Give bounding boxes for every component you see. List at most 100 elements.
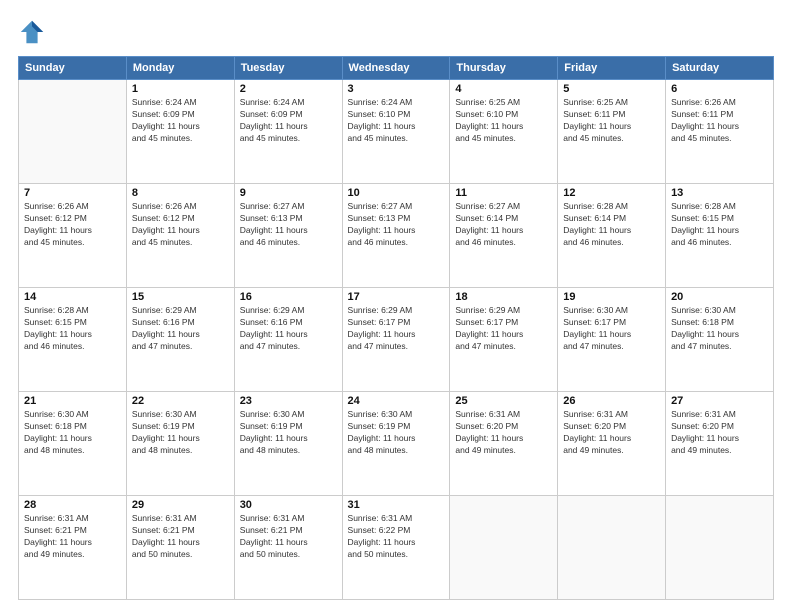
calendar-cell: 5 Sunrise: 6:25 AM Sunset: 6:11 PM Daylig… [558, 80, 666, 184]
cell-info: Sunrise: 6:27 AM Sunset: 6:13 PM Dayligh… [348, 201, 445, 249]
calendar-cell: 14 Sunrise: 6:28 AM Sunset: 6:15 PM Dayli… [19, 288, 127, 392]
cell-info: Sunrise: 6:27 AM Sunset: 6:14 PM Dayligh… [455, 201, 552, 249]
weekday-header-wednesday: Wednesday [342, 57, 450, 80]
day-number: 9 [240, 187, 337, 199]
weekday-header-monday: Monday [126, 57, 234, 80]
cell-info: Sunrise: 6:29 AM Sunset: 6:17 PM Dayligh… [348, 305, 445, 353]
cell-info: Sunrise: 6:24 AM Sunset: 6:10 PM Dayligh… [348, 97, 445, 145]
calendar-cell [450, 496, 558, 600]
day-number: 20 [671, 291, 768, 303]
day-number: 13 [671, 187, 768, 199]
cell-info: Sunrise: 6:30 AM Sunset: 6:19 PM Dayligh… [348, 409, 445, 457]
day-number: 1 [132, 83, 229, 95]
calendar-cell: 27 Sunrise: 6:31 AM Sunset: 6:20 PM Dayli… [666, 392, 774, 496]
day-number: 19 [563, 291, 660, 303]
day-number: 30 [240, 499, 337, 511]
cell-info: Sunrise: 6:29 AM Sunset: 6:16 PM Dayligh… [132, 305, 229, 353]
day-number: 23 [240, 395, 337, 407]
day-number: 25 [455, 395, 552, 407]
day-number: 22 [132, 395, 229, 407]
weekday-header-thursday: Thursday [450, 57, 558, 80]
day-number: 21 [24, 395, 121, 407]
day-number: 16 [240, 291, 337, 303]
day-number: 27 [671, 395, 768, 407]
day-number: 24 [348, 395, 445, 407]
day-number: 10 [348, 187, 445, 199]
cell-info: Sunrise: 6:28 AM Sunset: 6:15 PM Dayligh… [24, 305, 121, 353]
calendar-cell: 22 Sunrise: 6:30 AM Sunset: 6:19 PM Dayli… [126, 392, 234, 496]
calendar-cell: 3 Sunrise: 6:24 AM Sunset: 6:10 PM Daylig… [342, 80, 450, 184]
calendar-cell: 29Sunrise: 6:31 AM Sunset: 6:21 PM Dayli… [126, 496, 234, 600]
calendar-cell: 17 Sunrise: 6:29 AM Sunset: 6:17 PM Dayli… [342, 288, 450, 392]
calendar-cell: 18Sunrise: 6:29 AM Sunset: 6:17 PM Dayli… [450, 288, 558, 392]
calendar-cell: 20 Sunrise: 6:30 AM Sunset: 6:18 PM Dayli… [666, 288, 774, 392]
weekday-header-tuesday: Tuesday [234, 57, 342, 80]
day-number: 8 [132, 187, 229, 199]
calendar-cell: 7 Sunrise: 6:26 AM Sunset: 6:12 PM Daylig… [19, 184, 127, 288]
calendar-table: SundayMondayTuesdayWednesdayThursdayFrid… [18, 56, 774, 600]
day-number: 6 [671, 83, 768, 95]
weekday-header-friday: Friday [558, 57, 666, 80]
day-number: 17 [348, 291, 445, 303]
day-number: 12 [563, 187, 660, 199]
cell-info: Sunrise: 6:31 AM Sunset: 6:21 PM Dayligh… [240, 513, 337, 561]
day-number: 5 [563, 83, 660, 95]
cell-info: Sunrise: 6:27 AM Sunset: 6:13 PM Dayligh… [240, 201, 337, 249]
day-number: 11 [455, 187, 552, 199]
cell-info: Sunrise: 6:30 AM Sunset: 6:18 PM Dayligh… [671, 305, 768, 353]
logo-icon [18, 18, 46, 46]
calendar-cell: 11 Sunrise: 6:27 AM Sunset: 6:14 PM Dayli… [450, 184, 558, 288]
day-number: 4 [455, 83, 552, 95]
calendar-cell: 24 Sunrise: 6:30 AM Sunset: 6:19 PM Dayli… [342, 392, 450, 496]
day-number: 26 [563, 395, 660, 407]
day-number: 3 [348, 83, 445, 95]
calendar-cell: 28 Sunrise: 6:31 AM Sunset: 6:21 PM Dayli… [19, 496, 127, 600]
day-number: 7 [24, 187, 121, 199]
logo [18, 18, 50, 46]
cell-info: Sunrise: 6:28 AM Sunset: 6:14 PM Dayligh… [563, 201, 660, 249]
cell-info: Sunrise: 6:26 AM Sunset: 6:11 PM Dayligh… [671, 97, 768, 145]
cell-info: Sunrise: 6:30 AM Sunset: 6:19 PM Dayligh… [132, 409, 229, 457]
calendar-cell: 19 Sunrise: 6:30 AM Sunset: 6:17 PM Dayli… [558, 288, 666, 392]
cell-info: Sunrise: 6:26 AM Sunset: 6:12 PM Dayligh… [132, 201, 229, 249]
page: SundayMondayTuesdayWednesdayThursdayFrid… [0, 0, 792, 612]
day-number: 28 [24, 499, 121, 511]
cell-info: Sunrise: 6:30 AM Sunset: 6:18 PM Dayligh… [24, 409, 121, 457]
weekday-header-row: SundayMondayTuesdayWednesdayThursdayFrid… [19, 57, 774, 80]
calendar-cell: 26 Sunrise: 6:31 AM Sunset: 6:20 PM Dayli… [558, 392, 666, 496]
cell-info: Sunrise: 6:31 AM Sunset: 6:20 PM Dayligh… [563, 409, 660, 457]
day-number: 2 [240, 83, 337, 95]
cell-info: Sunrise: 6:31 AM Sunset: 6:21 PM Dayligh… [132, 513, 229, 561]
cell-info: Sunrise: 6:31 AM Sunset: 6:20 PM Dayligh… [671, 409, 768, 457]
cell-info: Sunrise: 6:25 AM Sunset: 6:11 PM Dayligh… [563, 97, 660, 145]
weekday-header-sunday: Sunday [19, 57, 127, 80]
calendar-cell: 12 Sunrise: 6:28 AM Sunset: 6:14 PM Dayli… [558, 184, 666, 288]
calendar-cell: 8 Sunrise: 6:26 AM Sunset: 6:12 PM Daylig… [126, 184, 234, 288]
calendar-cell: 31 Sunrise: 6:31 AM Sunset: 6:22 PM Dayli… [342, 496, 450, 600]
calendar-cell: 23Sunrise: 6:30 AM Sunset: 6:19 PM Dayli… [234, 392, 342, 496]
cell-info: Sunrise: 6:31 AM Sunset: 6:20 PM Dayligh… [455, 409, 552, 457]
calendar-cell: 15Sunrise: 6:29 AM Sunset: 6:16 PM Dayli… [126, 288, 234, 392]
calendar-cell: 30 Sunrise: 6:31 AM Sunset: 6:21 PM Dayli… [234, 496, 342, 600]
weekday-header-saturday: Saturday [666, 57, 774, 80]
cell-info: Sunrise: 6:30 AM Sunset: 6:17 PM Dayligh… [563, 305, 660, 353]
cell-info: Sunrise: 6:26 AM Sunset: 6:12 PM Dayligh… [24, 201, 121, 249]
calendar-cell: 2 Sunrise: 6:24 AM Sunset: 6:09 PM Daylig… [234, 80, 342, 184]
calendar-cell [666, 496, 774, 600]
day-number: 14 [24, 291, 121, 303]
cell-info: Sunrise: 6:24 AM Sunset: 6:09 PM Dayligh… [132, 97, 229, 145]
calendar-week-row: 21 Sunrise: 6:30 AM Sunset: 6:18 PM Dayli… [19, 392, 774, 496]
cell-info: Sunrise: 6:25 AM Sunset: 6:10 PM Dayligh… [455, 97, 552, 145]
calendar-cell: 4 Sunrise: 6:25 AM Sunset: 6:10 PM Daylig… [450, 80, 558, 184]
cell-info: Sunrise: 6:31 AM Sunset: 6:22 PM Dayligh… [348, 513, 445, 561]
calendar-week-row: 28 Sunrise: 6:31 AM Sunset: 6:21 PM Dayli… [19, 496, 774, 600]
calendar-cell: 1 Sunrise: 6:24 AM Sunset: 6:09 PM Daylig… [126, 80, 234, 184]
cell-info: Sunrise: 6:29 AM Sunset: 6:16 PM Dayligh… [240, 305, 337, 353]
day-number: 31 [348, 499, 445, 511]
cell-info: Sunrise: 6:24 AM Sunset: 6:09 PM Dayligh… [240, 97, 337, 145]
calendar-cell [19, 80, 127, 184]
calendar-week-row: 14 Sunrise: 6:28 AM Sunset: 6:15 PM Dayli… [19, 288, 774, 392]
calendar-cell: 25 Sunrise: 6:31 AM Sunset: 6:20 PM Dayli… [450, 392, 558, 496]
cell-info: Sunrise: 6:31 AM Sunset: 6:21 PM Dayligh… [24, 513, 121, 561]
calendar-cell: 13Sunrise: 6:28 AM Sunset: 6:15 PM Dayli… [666, 184, 774, 288]
